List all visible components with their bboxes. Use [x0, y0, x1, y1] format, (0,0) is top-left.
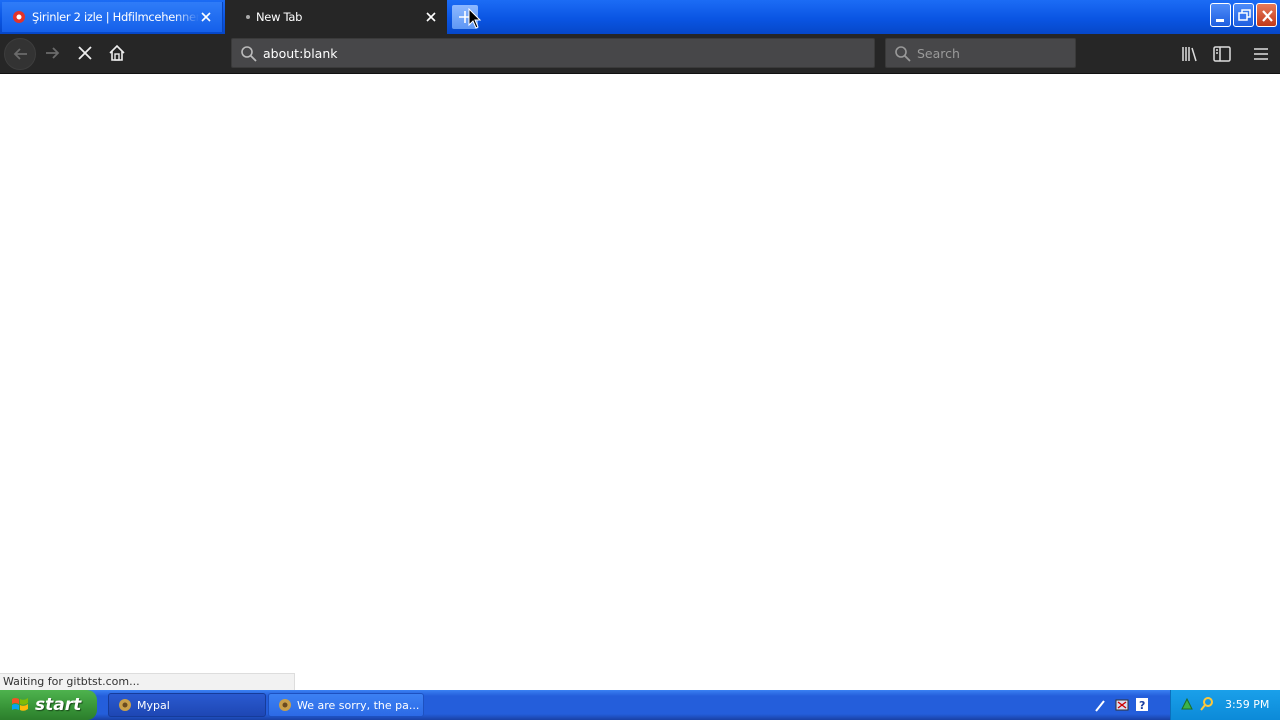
- taskbar-item-mypal[interactable]: Mypal: [108, 693, 266, 717]
- home-icon: [109, 44, 125, 61]
- tab-sirinler[interactable]: Şirinler 2 izle | Hdfilmcehennemi | F: [2, 2, 223, 32]
- mypal-browser-icon: [119, 699, 131, 711]
- network-icon[interactable]: [1179, 696, 1195, 712]
- system-tray-icons: ?: [1095, 698, 1148, 712]
- title-bar: Şirinler 2 izle | Hdfilmcehennemi | F Ne…: [0, 0, 1280, 34]
- taskbar-item-page[interactable]: We are sorry, the pa...: [268, 693, 424, 717]
- arrow-left-icon: [13, 48, 27, 60]
- loading-dot-icon: [246, 15, 250, 19]
- system-clock: 3:59 PM: [1225, 698, 1270, 711]
- tab-title: New Tab: [256, 10, 303, 24]
- search-icon: [895, 46, 911, 62]
- minimize-icon: [1216, 19, 1224, 22]
- sidebar-icon[interactable]: [1210, 42, 1234, 66]
- search-input[interactable]: [917, 39, 1067, 67]
- search-icon: [241, 46, 257, 62]
- site-favicon-icon: [13, 11, 25, 23]
- mypal-browser-icon: [279, 699, 291, 711]
- tab-close-icon[interactable]: [199, 10, 213, 24]
- arrow-right-icon: [46, 47, 60, 59]
- back-button[interactable]: [4, 38, 36, 70]
- home-button[interactable]: [101, 38, 133, 70]
- tab-close-icon[interactable]: [424, 10, 438, 24]
- taskbar-item-label: Mypal: [137, 698, 170, 712]
- close-icon: [1262, 10, 1273, 22]
- stop-button[interactable]: [69, 38, 101, 70]
- start-label: start: [35, 695, 82, 715]
- tab-title: Şirinler 2 izle | Hdfilmcehennemi | F: [32, 10, 199, 24]
- start-button[interactable]: start: [0, 690, 97, 720]
- url-bar[interactable]: [231, 38, 875, 68]
- page-content: [0, 75, 1280, 690]
- hamburger-menu-icon[interactable]: [1249, 42, 1273, 66]
- tab-new-tab[interactable]: New Tab: [225, 0, 447, 34]
- search-bar[interactable]: [885, 38, 1076, 68]
- navigation-toolbar: [0, 34, 1280, 74]
- library-icon[interactable]: [1178, 42, 1202, 66]
- forward-button[interactable]: [37, 38, 69, 70]
- svg-text:?: ?: [1139, 699, 1145, 712]
- url-input[interactable]: [263, 39, 863, 67]
- stop-x-icon: [78, 46, 92, 60]
- restore-icon: [1238, 9, 1251, 21]
- taskbar: start Mypal We are sorry, the pa... ? 3:…: [0, 690, 1280, 720]
- close-window-button[interactable]: [1256, 3, 1277, 27]
- minimize-button[interactable]: [1210, 3, 1231, 27]
- mouse-cursor-icon: [468, 8, 482, 29]
- restore-button[interactable]: [1233, 3, 1254, 27]
- notification-area: 3:59 PM: [1170, 690, 1280, 720]
- windows-logo-icon: [12, 698, 28, 711]
- taskbar-item-label: We are sorry, the pa...: [297, 698, 420, 712]
- status-text: Waiting for gitbtst.com...: [0, 673, 295, 690]
- magnifier-icon[interactable]: [1199, 696, 1215, 712]
